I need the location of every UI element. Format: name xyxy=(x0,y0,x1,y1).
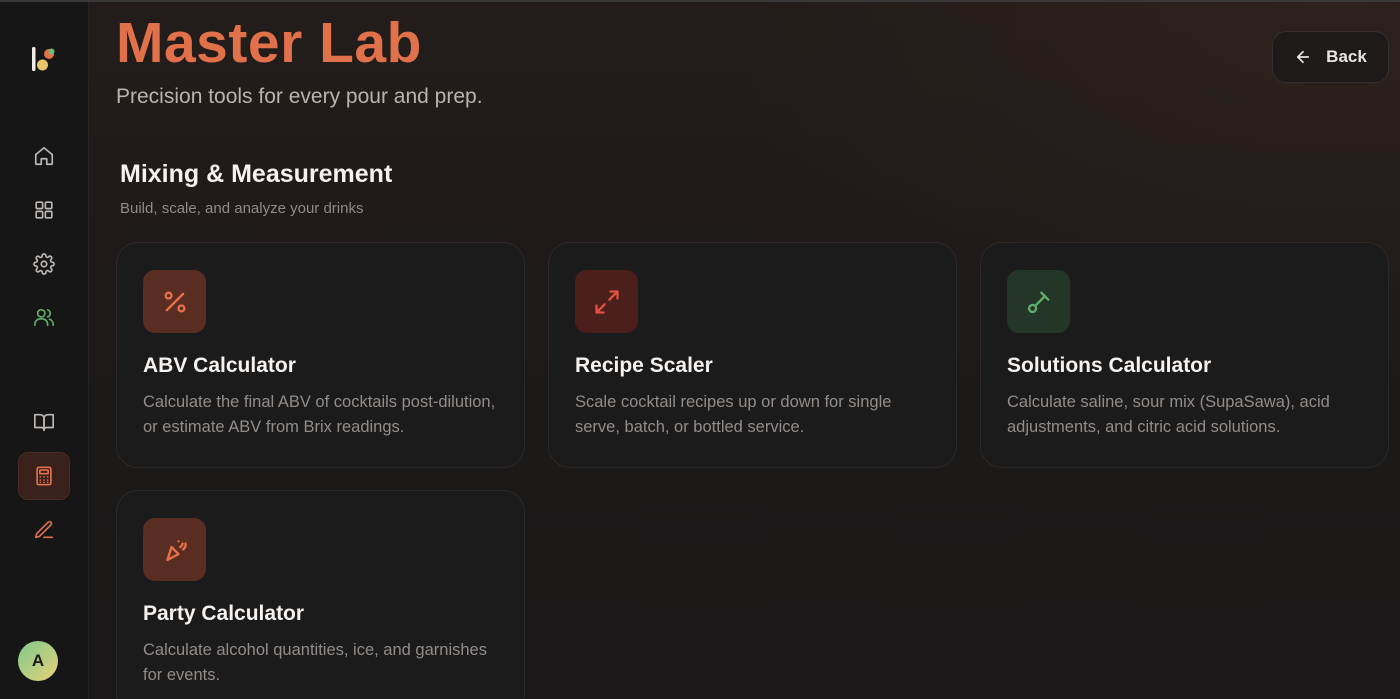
pencil-icon xyxy=(34,520,54,539)
main-content: Master Lab Precision tools for every pou… xyxy=(89,0,1400,699)
home-icon xyxy=(34,146,54,166)
card-icon-box xyxy=(143,270,206,333)
card-description: Calculate alcohol quantities, ice, and g… xyxy=(143,641,487,684)
card-description: Calculate saline, sour mix (SupaSawa), a… xyxy=(1007,393,1330,436)
pipette-icon xyxy=(1027,291,1049,313)
grid-icon xyxy=(35,201,53,219)
gear-icon xyxy=(33,253,55,275)
percent-icon xyxy=(164,291,185,312)
tool-card-abv-calculator[interactable]: ABV Calculator Calculate the final ABV o… xyxy=(116,242,525,468)
page-title: Master Lab xyxy=(116,11,422,75)
sidebar-item-calculators[interactable] xyxy=(18,452,70,500)
app-logo[interactable] xyxy=(29,45,57,73)
app-root: A Master Lab Precision tools for every p… xyxy=(0,0,1400,699)
section-subtitle: Build, scale, and analyze your drinks xyxy=(120,200,364,217)
card-title: Recipe Scaler xyxy=(575,354,713,377)
expand-arrows-icon xyxy=(594,289,619,314)
arrow-left-icon xyxy=(1297,50,1310,64)
sidebar: A xyxy=(0,0,89,699)
sidebar-item-dashboard[interactable] xyxy=(18,186,70,234)
tool-card-recipe-scaler[interactable]: Recipe Scaler Scale cocktail recipes up … xyxy=(548,242,957,468)
sidebar-item-team[interactable] xyxy=(18,293,70,341)
card-title: Solutions Calculator xyxy=(1007,354,1212,377)
top-border xyxy=(0,0,1400,2)
calculator-icon xyxy=(36,466,52,486)
tool-card-solutions-calculator[interactable]: Solutions Calculator Calculate saline, s… xyxy=(980,242,1389,468)
users-icon xyxy=(34,308,54,327)
card-description: Scale cocktail recipes up or down for si… xyxy=(575,393,892,436)
page-subtitle: Precision tools for every pour and prep. xyxy=(116,85,483,108)
sidebar-item-settings[interactable] xyxy=(18,240,70,288)
card-title: Party Calculator xyxy=(143,602,305,625)
back-button-label: Back xyxy=(1326,47,1367,66)
card-description: Calculate the final ABV of cocktails pos… xyxy=(143,393,496,436)
book-icon xyxy=(34,413,54,432)
section-title: Mixing & Measurement xyxy=(120,160,393,188)
card-icon-box xyxy=(143,518,206,581)
card-icon-box xyxy=(1007,270,1070,333)
sidebar-item-notes[interactable] xyxy=(18,506,70,554)
sidebar-item-library[interactable] xyxy=(18,398,70,446)
party-popper-icon xyxy=(165,539,187,561)
card-title: ABV Calculator xyxy=(143,354,296,377)
tool-card-party-calculator[interactable]: Party Calculator Calculate alcohol quant… xyxy=(116,490,525,699)
card-icon-box xyxy=(575,270,638,333)
user-avatar[interactable]: A xyxy=(18,641,58,681)
sidebar-item-home[interactable] xyxy=(18,132,70,180)
back-button[interactable]: Back xyxy=(1272,31,1389,83)
